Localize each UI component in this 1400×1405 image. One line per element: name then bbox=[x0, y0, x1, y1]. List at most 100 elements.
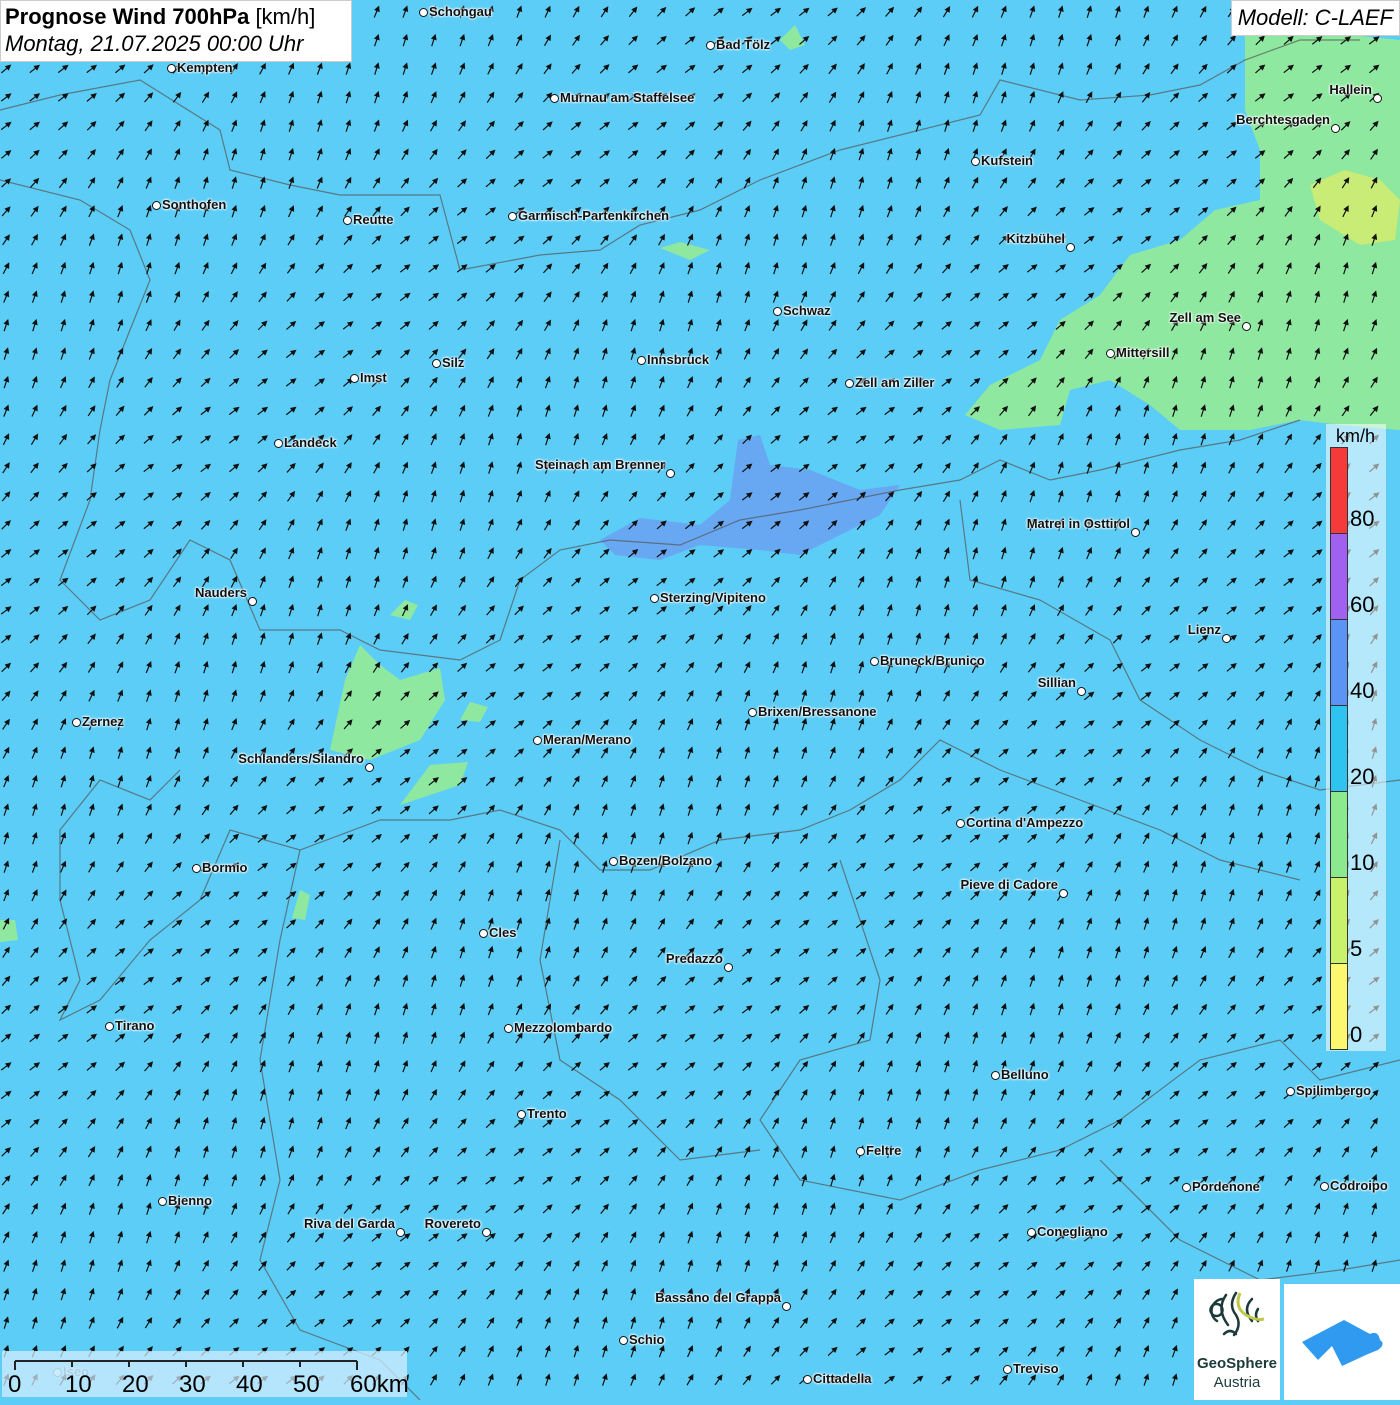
wind-arrow bbox=[458, 889, 466, 902]
wind-arrow bbox=[516, 489, 523, 503]
wind-arrow bbox=[31, 1287, 38, 1301]
wind-arrow bbox=[570, 606, 582, 615]
wind-arrow bbox=[1197, 1147, 1209, 1157]
wind-arrow bbox=[713, 1090, 724, 1100]
wind-arrow bbox=[316, 147, 323, 161]
wind-arrow bbox=[457, 805, 467, 815]
wind-arrow bbox=[430, 91, 437, 104]
wind-arrow bbox=[286, 291, 296, 302]
wind-arrow bbox=[288, 547, 295, 560]
wind-arrow bbox=[459, 33, 466, 47]
wind-arrow bbox=[29, 577, 41, 587]
wind-arrow bbox=[857, 746, 865, 759]
wind-arrow bbox=[858, 204, 865, 218]
wind-arrow bbox=[827, 377, 838, 388]
wind-arrow bbox=[629, 746, 637, 759]
wind-arrow bbox=[60, 746, 67, 759]
color-legend: km/h 80 60 40 20 10 5 0 bbox=[1326, 424, 1386, 1051]
wind-arrow bbox=[345, 1088, 352, 1101]
wind-arrow bbox=[972, 62, 979, 75]
wind-arrow bbox=[798, 976, 810, 986]
wind-arrow bbox=[971, 1145, 979, 1158]
legend-tick-label: 0 bbox=[1350, 1022, 1363, 1047]
wind-arrow bbox=[886, 1116, 893, 1130]
wind-arrow bbox=[857, 262, 865, 275]
wind-arrow bbox=[115, 919, 126, 929]
wind-arrow bbox=[172, 548, 182, 559]
wind-arrow bbox=[914, 205, 922, 218]
wind-arrow bbox=[914, 1174, 922, 1187]
wind-arrow bbox=[202, 1088, 209, 1101]
wind-arrow bbox=[486, 1060, 495, 1072]
wind-arrow bbox=[629, 946, 637, 958]
city-marker bbox=[991, 1071, 1000, 1080]
wind-arrow bbox=[743, 148, 751, 160]
wind-arrow bbox=[515, 547, 523, 559]
wind-arrow bbox=[373, 119, 380, 132]
wind-arrow bbox=[1057, 489, 1064, 503]
wind-arrow bbox=[31, 831, 38, 845]
wind-arrow bbox=[288, 1145, 295, 1158]
wind-arrow bbox=[516, 5, 523, 18]
wind-arrow bbox=[656, 35, 667, 45]
wind-arrow bbox=[286, 490, 296, 502]
wind-arrow bbox=[1027, 661, 1037, 673]
wind-arrow bbox=[687, 1259, 694, 1272]
wind-arrow bbox=[884, 435, 895, 444]
wind-arrow bbox=[714, 149, 723, 160]
wind-arrow bbox=[713, 549, 725, 558]
wind-arrow bbox=[1341, 1146, 1350, 1158]
wind-arrow bbox=[573, 1373, 580, 1386]
wind-arrow bbox=[687, 376, 694, 389]
wind-arrow bbox=[513, 178, 525, 188]
wind-arrow bbox=[1000, 33, 1007, 47]
wind-arrow bbox=[116, 347, 124, 360]
wind-arrow bbox=[513, 1204, 525, 1214]
wind-arrow bbox=[1143, 917, 1150, 930]
wind-arrow bbox=[1311, 549, 1323, 558]
wind-arrow bbox=[202, 604, 209, 617]
wind-arrow bbox=[116, 176, 124, 189]
wind-arrow bbox=[0, 150, 12, 159]
wind-arrow bbox=[658, 404, 665, 417]
wind-arrow bbox=[373, 5, 380, 18]
wind-arrow bbox=[1257, 1259, 1264, 1272]
wind-arrow bbox=[258, 776, 267, 787]
wind-arrow bbox=[743, 1316, 751, 1329]
wind-arrow bbox=[316, 1059, 323, 1073]
wind-arrow bbox=[771, 348, 780, 360]
wind-arrow bbox=[514, 149, 525, 159]
wind-arrow bbox=[1227, 719, 1236, 730]
wind-arrow bbox=[1200, 860, 1207, 873]
wind-arrow bbox=[174, 290, 181, 303]
wind-arrow bbox=[770, 890, 781, 901]
wind-arrow bbox=[656, 64, 668, 74]
wind-arrow bbox=[572, 775, 580, 787]
wind-arrow bbox=[3, 290, 10, 303]
wind-arrow bbox=[288, 575, 295, 588]
wind-arrow bbox=[744, 689, 751, 702]
wind-arrow bbox=[316, 62, 323, 75]
wind-arrow bbox=[171, 492, 183, 501]
wind-arrow bbox=[743, 376, 751, 388]
wind-arrow bbox=[202, 775, 209, 788]
wind-arrow bbox=[1057, 33, 1064, 47]
wind-arrow bbox=[116, 1145, 124, 1158]
wind-arrow bbox=[117, 746, 124, 759]
wind-arrow bbox=[371, 862, 382, 872]
wind-arrow bbox=[656, 606, 667, 615]
wind-arrow bbox=[743, 832, 751, 845]
wind-arrow bbox=[801, 660, 808, 674]
wind-arrow bbox=[1, 206, 11, 217]
wind-arrow bbox=[259, 147, 266, 161]
wind-arrow bbox=[3, 404, 10, 417]
wind-arrow bbox=[628, 975, 638, 987]
wind-arrow bbox=[1113, 605, 1122, 616]
wind-arrow bbox=[231, 632, 238, 645]
wind-arrow bbox=[1198, 63, 1208, 74]
wind-arrow bbox=[998, 1233, 1009, 1242]
wind-arrow bbox=[257, 947, 268, 958]
wind-arrow bbox=[342, 1318, 354, 1328]
wind-arrow bbox=[1086, 1002, 1093, 1016]
wind-arrow bbox=[1084, 178, 1095, 188]
